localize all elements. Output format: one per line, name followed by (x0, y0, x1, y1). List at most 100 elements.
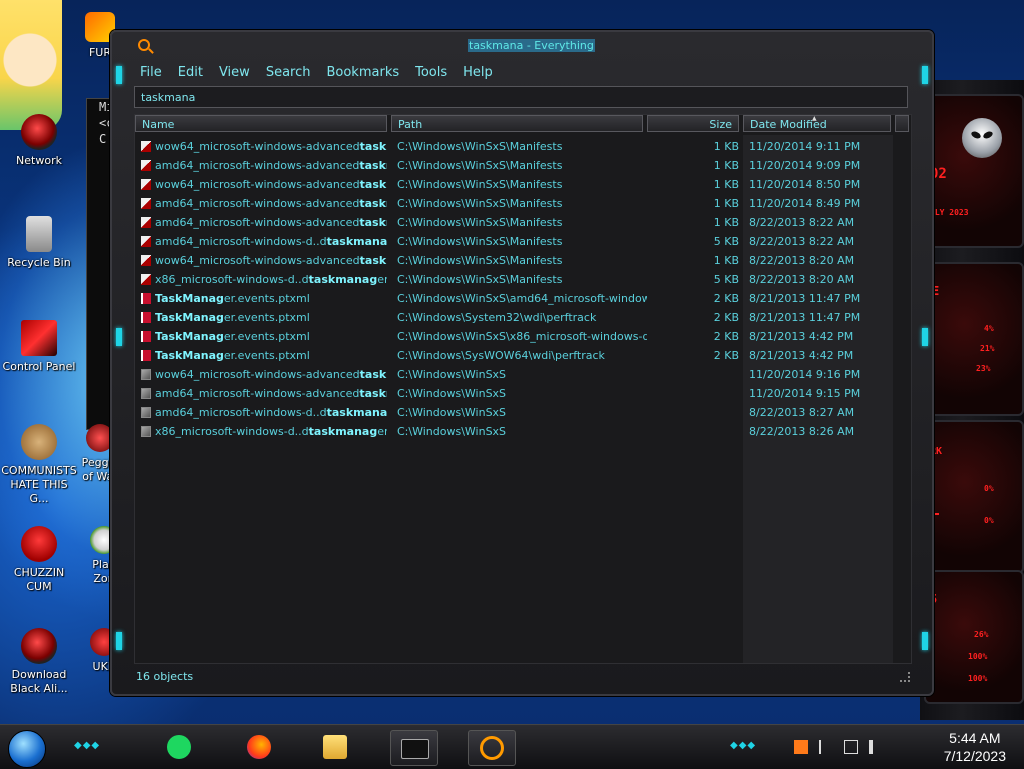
name-suffix: er-... (377, 425, 387, 438)
table-row[interactable]: TaskManager.events.ptxml C:\Windows\SysWO… (135, 346, 911, 365)
taskbar-everything[interactable] (468, 730, 516, 766)
row-size: 2 KB (713, 311, 739, 324)
table-row[interactable]: wow64_microsoft-windows-advancedtaskm...… (135, 175, 911, 194)
desktop-icon-label: CHUZZIN CUM (13, 566, 65, 593)
resize-grip-icon[interactable] (900, 672, 910, 682)
row-path: C:\Windows\WinSxS\Manifests (397, 159, 563, 172)
row-name: TaskManager.events.ptxml (155, 289, 387, 308)
table-row[interactable]: wow64_microsoft-windows-advancedtaskm...… (135, 251, 911, 270)
name-match-highlight: taskmanag (308, 425, 378, 438)
widget-text: ULY 2023 (930, 208, 969, 217)
taskbar-file-explorer[interactable] (312, 730, 358, 764)
name-match-highlight: taskmanag (326, 235, 387, 248)
table-row[interactable]: wow64_microsoft-windows-advancedtaskm...… (135, 137, 911, 156)
taskbar-firefox[interactable] (236, 730, 282, 764)
name-match-highlight: taskmanag (326, 406, 387, 419)
desktop-icon-communists[interactable]: COMMUNISTS HATE THIS G... (0, 424, 78, 506)
taskbar-clock[interactable]: 5:44 AM 7/12/2023 (944, 729, 1006, 765)
name-match-highlight: taskm (359, 216, 387, 229)
frame-led-icon (116, 632, 122, 650)
menu-search[interactable]: Search (266, 64, 311, 82)
download-icon (21, 628, 57, 664)
menu-bookmarks[interactable]: Bookmarks (326, 64, 399, 82)
table-row[interactable]: amd64_microsoft-windows-advancedtaskm...… (135, 156, 911, 175)
flag-icon[interactable] (819, 740, 833, 754)
ptxml-file-icon (141, 350, 151, 361)
volume-icon[interactable] (869, 740, 883, 754)
row-path: C:\Windows\WinSxS\Manifests (397, 235, 563, 248)
row-date: 8/21/2013 11:47 PM (749, 311, 861, 324)
name-match-highlight: taskm (359, 159, 387, 172)
name-match-highlight: taskm (359, 197, 387, 210)
everything-window[interactable]: taskmana - Everything File Edit View Sea… (110, 30, 934, 696)
menu-edit[interactable]: Edit (178, 64, 203, 82)
row-date: 8/22/2013 8:22 AM (749, 216, 855, 229)
row-name: x86_microsoft-windows-d..dtaskmanager-..… (155, 422, 387, 441)
row-name: amd64_microsoft-windows-advancedtaskm... (155, 384, 387, 403)
column-header-date-modified[interactable]: Date Modified (743, 115, 891, 132)
xml-file-icon (141, 236, 151, 247)
widget-text: 26% (974, 630, 989, 639)
menu-help[interactable]: Help (463, 64, 493, 82)
table-row[interactable]: amd64_microsoft-windows-d..dtaskmanag...… (135, 232, 911, 251)
taskbar: ◆◆◆ ◆◆◆ 5:44 AM 7/12/2023 (0, 724, 1024, 769)
table-row[interactable]: amd64_microsoft-windows-advancedtaskm...… (135, 213, 911, 232)
desktop-icon-network[interactable]: Network (0, 114, 78, 168)
name-prefix: wow64_microsoft-windows-advanced (155, 368, 360, 381)
column-header-size[interactable]: Size (647, 115, 739, 132)
row-path: C:\Windows\WinSxS\Manifests (397, 197, 563, 210)
menu-file[interactable]: File (140, 64, 162, 82)
table-row[interactable]: TaskManager.events.ptxml C:\Windows\Syste… (135, 308, 911, 327)
network-tray-icon[interactable] (844, 740, 859, 754)
name-prefix: amd64_microsoft-windows-advanced (155, 216, 360, 229)
results-list[interactable]: Name Path Size Date Modified wow64_micro… (134, 114, 912, 664)
name-suffix: er.events.ptxml (223, 311, 310, 324)
menu-tools[interactable]: Tools (415, 64, 447, 82)
chuzzle-icon (21, 526, 57, 562)
desktop-icon-control-panel[interactable]: Control Panel (0, 320, 78, 374)
row-date: 8/21/2013 4:42 PM (749, 349, 854, 362)
taskbar-cmd[interactable] (390, 730, 438, 766)
desktop-icon-recycle-bin[interactable]: Recycle Bin (0, 216, 78, 270)
row-size: 1 KB (713, 140, 739, 153)
taskbar-spotify[interactable] (156, 730, 202, 764)
spotify-icon (167, 735, 191, 759)
column-header-path[interactable]: Path (391, 115, 643, 132)
notification-icon[interactable] (794, 740, 808, 754)
menu-bar: File Edit View Search Bookmarks Tools He… (134, 64, 910, 82)
table-row[interactable]: amd64_microsoft-windows-advancedtaskm...… (135, 194, 911, 213)
frame-led-icon (922, 66, 928, 84)
row-size: 1 KB (713, 178, 739, 191)
desktop-icon-chuzzin[interactable]: CHUZZIN CUM (0, 526, 78, 594)
table-row[interactable]: wow64_microsoft-windows-advancedtaskm...… (135, 365, 911, 384)
column-header-extra (895, 115, 909, 132)
column-header-name[interactable]: Name (135, 115, 387, 132)
table-row[interactable]: x86_microsoft-windows-d..dtaskmanager-..… (135, 422, 911, 441)
row-name: amd64_microsoft-windows-d..dtaskmanag... (155, 232, 387, 251)
start-button[interactable] (8, 730, 46, 768)
table-row[interactable]: amd64_microsoft-windows-advancedtaskm...… (135, 384, 911, 403)
row-path: C:\Windows\SysWOW64\wdi\perftrack (397, 349, 605, 362)
xml-file-icon (141, 198, 151, 209)
row-date: 8/22/2013 8:26 AM (749, 425, 855, 438)
table-row[interactable]: x86_microsoft-windows-d..dtaskmanager-..… (135, 270, 911, 289)
taskbar-led-icon: ◆◆◆ (730, 740, 757, 751)
name-match-highlight: taskmanag (308, 273, 378, 286)
row-size: 1 KB (713, 197, 739, 210)
row-size: 1 KB (713, 216, 739, 229)
name-prefix: wow64_microsoft-windows-advanced (155, 254, 360, 267)
table-row[interactable]: amd64_microsoft-windows-d..dtaskmanag...… (135, 403, 911, 422)
row-path: C:\Windows\WinSxS\Manifests (397, 140, 563, 153)
name-match-highlight: taskm (359, 178, 387, 191)
desktop-icon-download-black[interactable]: Download Black Ali... (0, 628, 78, 696)
row-name: amd64_microsoft-windows-d..dtaskmanag... (155, 403, 387, 422)
row-path: C:\Windows\WinSxS (397, 368, 507, 381)
table-row[interactable]: TaskManager.events.ptxml C:\Windows\WinSx… (135, 289, 911, 308)
title-bar[interactable]: taskmana - Everything (112, 32, 932, 60)
name-suffix: er.events.ptxml (223, 292, 310, 305)
menu-view[interactable]: View (219, 64, 250, 82)
search-input[interactable]: taskmana (134, 86, 908, 108)
xml-file-icon (141, 274, 151, 285)
row-size: 5 KB (713, 235, 739, 248)
table-row[interactable]: TaskManager.events.ptxml C:\Windows\WinSx… (135, 327, 911, 346)
